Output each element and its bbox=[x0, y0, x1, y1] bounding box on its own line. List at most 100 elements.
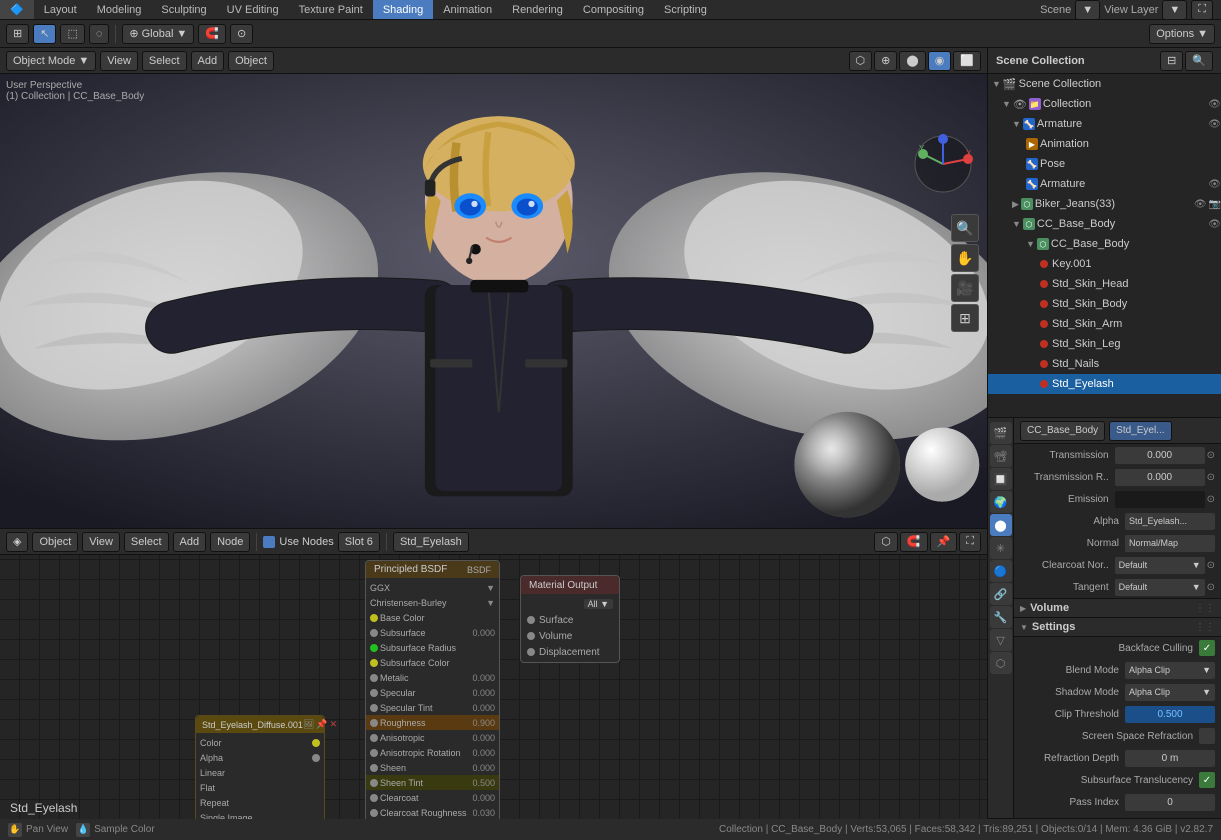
outliner-item-key001[interactable]: Key.001 bbox=[988, 254, 1221, 274]
props-icon-physics[interactable]: 🔵 bbox=[990, 560, 1012, 582]
navigation-gizmo[interactable]: X Y Z bbox=[913, 134, 973, 197]
material-output-node[interactable]: Material Output All ▼ Surface Volume bbox=[520, 575, 620, 663]
object-mode-btn[interactable]: Object Mode ▼ bbox=[6, 51, 96, 71]
menu-rendering[interactable]: Rendering bbox=[502, 0, 573, 19]
menu-blender-logo[interactable]: 🔷 bbox=[0, 0, 34, 19]
select-tool[interactable]: ↖ bbox=[33, 24, 56, 44]
viewport-3d[interactable]: User Perspective (1) Collection | CC_Bas… bbox=[0, 74, 987, 528]
arm-vis-icon[interactable]: 👁 bbox=[1208, 179, 1221, 190]
outliner-item-std-skin-head[interactable]: Std_Skin_Head bbox=[988, 274, 1221, 294]
blend-mode-value[interactable]: Alpha Clip▼ bbox=[1125, 662, 1215, 679]
props-icon-particle[interactable]: ✳ bbox=[990, 537, 1012, 559]
viewport-shade-render[interactable]: ⬜ bbox=[953, 51, 981, 71]
use-nodes-checkbox[interactable] bbox=[263, 536, 275, 548]
viewport-shade-material[interactable]: ◉ bbox=[928, 51, 952, 71]
tex-ctrl-close[interactable]: ✕ bbox=[330, 719, 338, 730]
props-material-name-btn[interactable]: Std_Eyel... bbox=[1109, 421, 1171, 441]
texture-image-node[interactable]: Std_Eyelash_Diffuse.001 🖼 📌 ✕ Color bbox=[195, 715, 325, 819]
props-icon-world[interactable]: 🌍 bbox=[990, 491, 1012, 513]
box-select-tool[interactable]: ⬚ bbox=[60, 24, 84, 44]
subsurface-translucency-checkbox[interactable]: ✓ bbox=[1199, 772, 1215, 788]
proportional-edit[interactable]: ⊙ bbox=[230, 24, 253, 44]
arm-visibility[interactable]: 👁 bbox=[1208, 119, 1221, 130]
outliner-item-collection[interactable]: ▼ 👁 📁 Collection 👁 bbox=[988, 94, 1221, 114]
props-icon-material[interactable]: ⬤ bbox=[990, 514, 1012, 536]
tex-ctrl-2[interactable]: 📌 bbox=[316, 719, 327, 730]
tex-ctrl-1[interactable]: 🖼 bbox=[303, 719, 314, 730]
zoom-in-btn[interactable]: 🔍 bbox=[951, 214, 979, 242]
props-icon-view[interactable]: 🔲 bbox=[990, 468, 1012, 490]
fullscreen-btn[interactable]: ⛶ bbox=[1191, 0, 1213, 20]
christensen-dropdown[interactable]: ▼ bbox=[486, 598, 495, 608]
options-btn[interactable]: Options ▼ bbox=[1149, 24, 1215, 44]
viewport-gizmo-btn[interactable]: ⊕ bbox=[874, 51, 897, 71]
outliner-item-std-skin-arm[interactable]: Std_Skin_Arm bbox=[988, 314, 1221, 334]
shadow-mode-value[interactable]: Alpha Clip▼ bbox=[1125, 684, 1215, 701]
node-object-btn[interactable]: Object bbox=[32, 532, 78, 552]
tangent-value[interactable]: Default▼ bbox=[1115, 579, 1205, 596]
transform-global[interactable]: ⊕ Global ▼ bbox=[122, 24, 194, 44]
menu-modeling[interactable]: Modeling bbox=[87, 0, 152, 19]
transmission-prop-value[interactable]: 0.000 bbox=[1115, 447, 1205, 464]
outliner-item-armature-data[interactable]: 🦴 Armature 👁 bbox=[988, 174, 1221, 194]
viewport-overlay-btn[interactable]: ⬡ bbox=[849, 51, 873, 71]
viewport-viewport-shade-solid[interactable]: ⬤ bbox=[899, 51, 925, 71]
jeans-visibility[interactable]: 👁 bbox=[1194, 199, 1207, 210]
pass-index-value[interactable]: 0 bbox=[1125, 794, 1215, 811]
ssr-checkbox[interactable] bbox=[1199, 728, 1215, 744]
col-visibility[interactable]: 👁 bbox=[1208, 99, 1221, 110]
settings-section[interactable]: ▼ Settings ⋮⋮ bbox=[1014, 618, 1221, 637]
viewport-view-btn[interactable]: View bbox=[100, 51, 138, 71]
scene-dropdown[interactable]: ▼ bbox=[1075, 0, 1100, 20]
menu-uv-editing[interactable]: UV Editing bbox=[217, 0, 289, 19]
viewport-select-btn[interactable]: Select bbox=[142, 51, 187, 71]
clearcoat-nor-value[interactable]: Default▼ bbox=[1115, 557, 1205, 574]
alpha-prop-value[interactable]: Std_Eyelash... bbox=[1125, 513, 1215, 530]
menu-texture-paint[interactable]: Texture Paint bbox=[289, 0, 373, 19]
outliner-item-std-nails[interactable]: Std_Nails bbox=[988, 354, 1221, 374]
transmission-r-value[interactable]: 0.000 bbox=[1115, 469, 1205, 486]
props-icon-constraint[interactable]: 🔗 bbox=[990, 583, 1012, 605]
menu-compositing[interactable]: Compositing bbox=[573, 0, 654, 19]
material-name-btn[interactable]: Std_Eyelash bbox=[393, 532, 469, 552]
emission-color-swatch[interactable] bbox=[1115, 491, 1205, 508]
props-object-name-btn[interactable]: CC_Base_Body bbox=[1020, 421, 1105, 441]
node-add-btn[interactable]: Add bbox=[173, 532, 207, 552]
ggx-dropdown[interactable]: ▼ bbox=[486, 583, 495, 593]
node-snap-btn[interactable]: 🧲 bbox=[900, 532, 928, 552]
outliner-item-cc-base-body[interactable]: ▼ ⬡ CC_Base_Body 👁 bbox=[988, 214, 1221, 234]
props-icon-object[interactable]: ⬡ bbox=[990, 652, 1012, 674]
node-select-btn[interactable]: Select bbox=[124, 532, 169, 552]
outliner-filter-btn[interactable]: ⊟ bbox=[1160, 51, 1183, 71]
lasso-select-tool[interactable]: ◌ bbox=[89, 24, 110, 44]
outliner-item-animation[interactable]: ▶ Animation bbox=[988, 134, 1221, 154]
props-icon-renderlayer[interactable]: 📽 bbox=[990, 445, 1012, 467]
normal-prop-value[interactable]: Normal/Map bbox=[1125, 535, 1215, 552]
props-icon-data[interactable]: ▽ bbox=[990, 629, 1012, 651]
props-icon-scene[interactable]: 🎬 bbox=[990, 422, 1012, 444]
principled-bsdf-node[interactable]: Principled BSDF BSDF GGX ▼ Christensen-B… bbox=[365, 560, 500, 819]
viewport-add-btn[interactable]: Add bbox=[191, 51, 225, 71]
clip-threshold-value[interactable]: 0.500 bbox=[1125, 706, 1215, 723]
body-visibility[interactable]: 👁 bbox=[1208, 219, 1221, 230]
menu-layout[interactable]: Layout bbox=[34, 0, 87, 19]
col-eye[interactable]: 👁 bbox=[1013, 98, 1027, 111]
outliner-search-btn[interactable]: 🔍 bbox=[1185, 51, 1213, 71]
backface-culling-checkbox[interactable]: ✓ bbox=[1199, 640, 1215, 656]
all-dropdown[interactable]: All ▼ bbox=[584, 599, 613, 609]
node-pin-btn[interactable]: 📌 bbox=[930, 532, 958, 552]
workspace-btn[interactable]: ⊞ bbox=[6, 24, 29, 44]
props-icon-modifier[interactable]: 🔧 bbox=[990, 606, 1012, 628]
use-nodes-toggle[interactable]: Use Nodes bbox=[263, 536, 333, 548]
outliner-item-std-skin-leg[interactable]: Std_Skin_Leg bbox=[988, 334, 1221, 354]
outliner-item-cc-base-body-data[interactable]: ▼ ⬡ CC_Base_Body bbox=[988, 234, 1221, 254]
viewport-object-btn[interactable]: Object bbox=[228, 51, 274, 71]
menu-scripting[interactable]: Scripting bbox=[654, 0, 717, 19]
view-layer-dropdown[interactable]: ▼ bbox=[1162, 0, 1187, 20]
node-canvas[interactable]: Principled BSDF BSDF GGX ▼ Christensen-B… bbox=[0, 555, 987, 819]
pan-btn[interactable]: ✋ bbox=[951, 244, 979, 272]
volume-section[interactable]: ▶ Volume ⋮⋮ bbox=[1014, 598, 1221, 618]
outliner-item-std-skin-body[interactable]: Std_Skin_Body bbox=[988, 294, 1221, 314]
menu-animation[interactable]: Animation bbox=[433, 0, 502, 19]
outliner-item-pose[interactable]: 🦴 Pose bbox=[988, 154, 1221, 174]
